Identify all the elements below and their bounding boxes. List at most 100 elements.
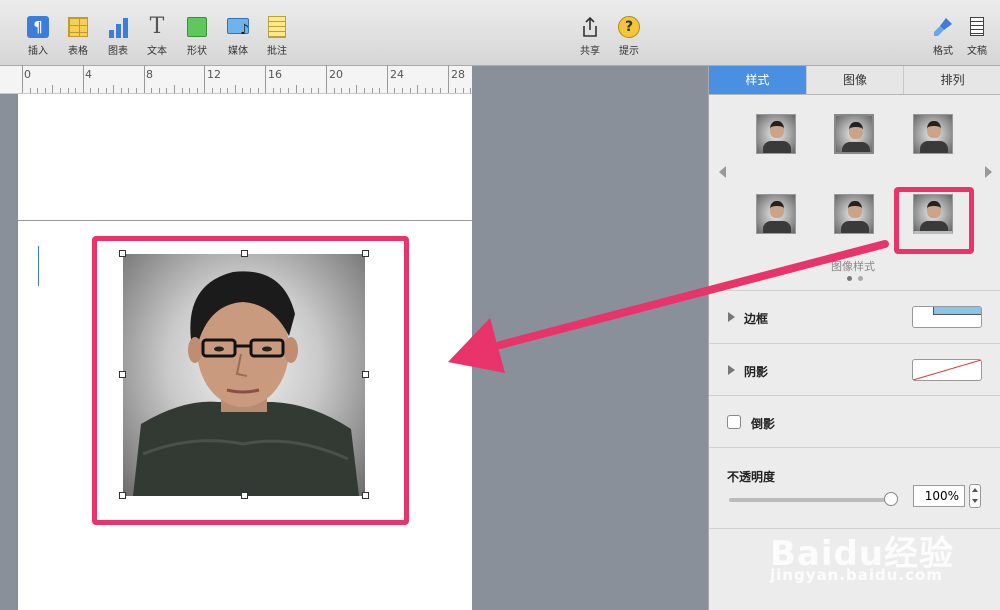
ruler-tick (356, 85, 358, 93)
document-button[interactable]: 文稿 (957, 16, 997, 57)
reflection-label: 倒影 (751, 417, 776, 431)
ruler-tick (326, 65, 327, 93)
comment-button[interactable]: 批注 (257, 16, 297, 57)
insert-button[interactable]: ¶ 插入 (18, 16, 58, 57)
document-icon (966, 16, 988, 38)
ruler-tick (37, 88, 39, 93)
ruler-tick (90, 88, 92, 93)
toolbar: ¶ 插入 表格 图表 T 文本 形状 ♪ 媒体 批注 共享 ? 提示 格式 文稿 (0, 0, 1000, 66)
ruler-tick (174, 85, 175, 93)
ruler-tick (280, 88, 282, 93)
ruler-tick (394, 88, 396, 93)
table-button[interactable]: 表格 (58, 16, 98, 57)
ruler-tick (470, 88, 472, 93)
ruler-tick (189, 88, 191, 93)
ruler-tick (440, 88, 441, 93)
ruler-tick (417, 85, 419, 93)
media-icon: ♪ (227, 16, 249, 38)
ruler-tick (386, 65, 388, 93)
resize-handle-top[interactable] (241, 250, 248, 257)
opacity-slider-track[interactable] (729, 498, 889, 502)
opacity-label: 不透明度 (727, 470, 776, 484)
ruler-tick (455, 88, 457, 93)
page-dot-2[interactable] (858, 276, 863, 281)
ruler-tick (295, 85, 297, 93)
border-swatch[interactable] (912, 306, 982, 328)
ruler-tick (143, 65, 145, 93)
ruler-tick (234, 85, 236, 93)
resize-handle-bottom-right[interactable] (362, 492, 369, 499)
ruler-tick (82, 65, 84, 93)
image-style-1[interactable] (756, 114, 796, 154)
shape-button[interactable]: 形状 (177, 16, 217, 57)
ruler-mark-label: 12 (207, 68, 221, 81)
ruler-tick (158, 88, 160, 93)
tips-button[interactable]: ? 提示 (609, 16, 649, 57)
ruler-tick (303, 88, 305, 93)
paragraph-icon: ¶ (27, 16, 49, 38)
tab-style[interactable]: 样式 (709, 66, 807, 94)
horizontal-ruler[interactable]: 0 4 8 12 16 20 24 28 (18, 65, 472, 94)
image-style-3[interactable] (913, 114, 953, 154)
chart-button[interactable]: 图表 (98, 16, 138, 57)
ruler-tick (128, 88, 130, 93)
ruler-corner (0, 66, 18, 94)
image-style-5[interactable] (834, 194, 874, 234)
text-icon: T (149, 14, 165, 39)
resize-handle-top-left[interactable] (119, 250, 126, 257)
ruler-tick (409, 88, 411, 93)
opacity-value-field[interactable]: 100% (913, 485, 965, 507)
ruler-tick (333, 88, 335, 93)
ruler-tick (204, 65, 206, 93)
share-button[interactable]: 共享 (570, 16, 610, 57)
chart-icon (107, 16, 129, 38)
image-style-2[interactable] (834, 114, 874, 154)
resize-handle-top-right[interactable] (362, 250, 369, 257)
table-icon (67, 16, 89, 38)
opacity-stepper[interactable] (969, 484, 981, 508)
ruler-tick (219, 88, 221, 93)
ruler-tick (318, 88, 320, 93)
shape-icon (186, 16, 208, 38)
watermark: Baidu经验 jingyan.baidu.com (770, 510, 990, 600)
ruler-tick (105, 88, 107, 93)
image-styles-caption: 图像样式 (831, 260, 875, 273)
reflection-checkbox[interactable] (727, 415, 741, 429)
ruler-tick (98, 88, 99, 93)
resize-handle-bottom-left[interactable] (119, 492, 126, 499)
ruler-mark-label: 24 (390, 68, 404, 81)
ruler-mark-label: 28 (451, 68, 465, 81)
styles-prev-arrow-icon[interactable] (719, 166, 726, 178)
shadow-swatch[interactable] (912, 359, 982, 381)
text-button[interactable]: T 文本 (137, 14, 177, 58)
tab-image[interactable]: 图像 (806, 66, 905, 94)
ruler-tick (379, 88, 381, 93)
resize-handle-right[interactable] (362, 371, 369, 378)
ruler-tick (432, 88, 434, 93)
share-icon (579, 16, 601, 38)
image-highlight-frame (92, 236, 409, 525)
ruler-tick (341, 88, 343, 93)
watermark-sub: jingyan.baidu.com (770, 566, 943, 584)
styles-next-arrow-icon[interactable] (985, 166, 992, 178)
ruler-tick (67, 88, 69, 93)
border-disclosure-icon[interactable] (728, 312, 735, 322)
resize-handle-left[interactable] (119, 371, 126, 378)
ruler-tick (265, 65, 267, 93)
tab-arrange[interactable]: 排列 (904, 66, 1000, 94)
ruler-tick (371, 88, 373, 93)
ruler-mark-label: 8 (146, 68, 153, 81)
page-break-line (18, 220, 472, 221)
ruler-mark-label: 4 (85, 68, 92, 81)
text-cursor (38, 246, 39, 286)
ruler-tick (364, 88, 365, 93)
page-dot-1[interactable] (847, 276, 852, 281)
ruler-tick (288, 88, 289, 93)
image-style-4[interactable] (756, 194, 796, 234)
ruler-tick (447, 65, 449, 93)
media-button[interactable]: ♪ 媒体 (218, 16, 258, 57)
ruler-tick (257, 88, 259, 93)
resize-handle-bottom[interactable] (241, 492, 248, 499)
opacity-slider-knob[interactable] (884, 492, 898, 506)
shadow-disclosure-icon[interactable] (728, 365, 735, 375)
